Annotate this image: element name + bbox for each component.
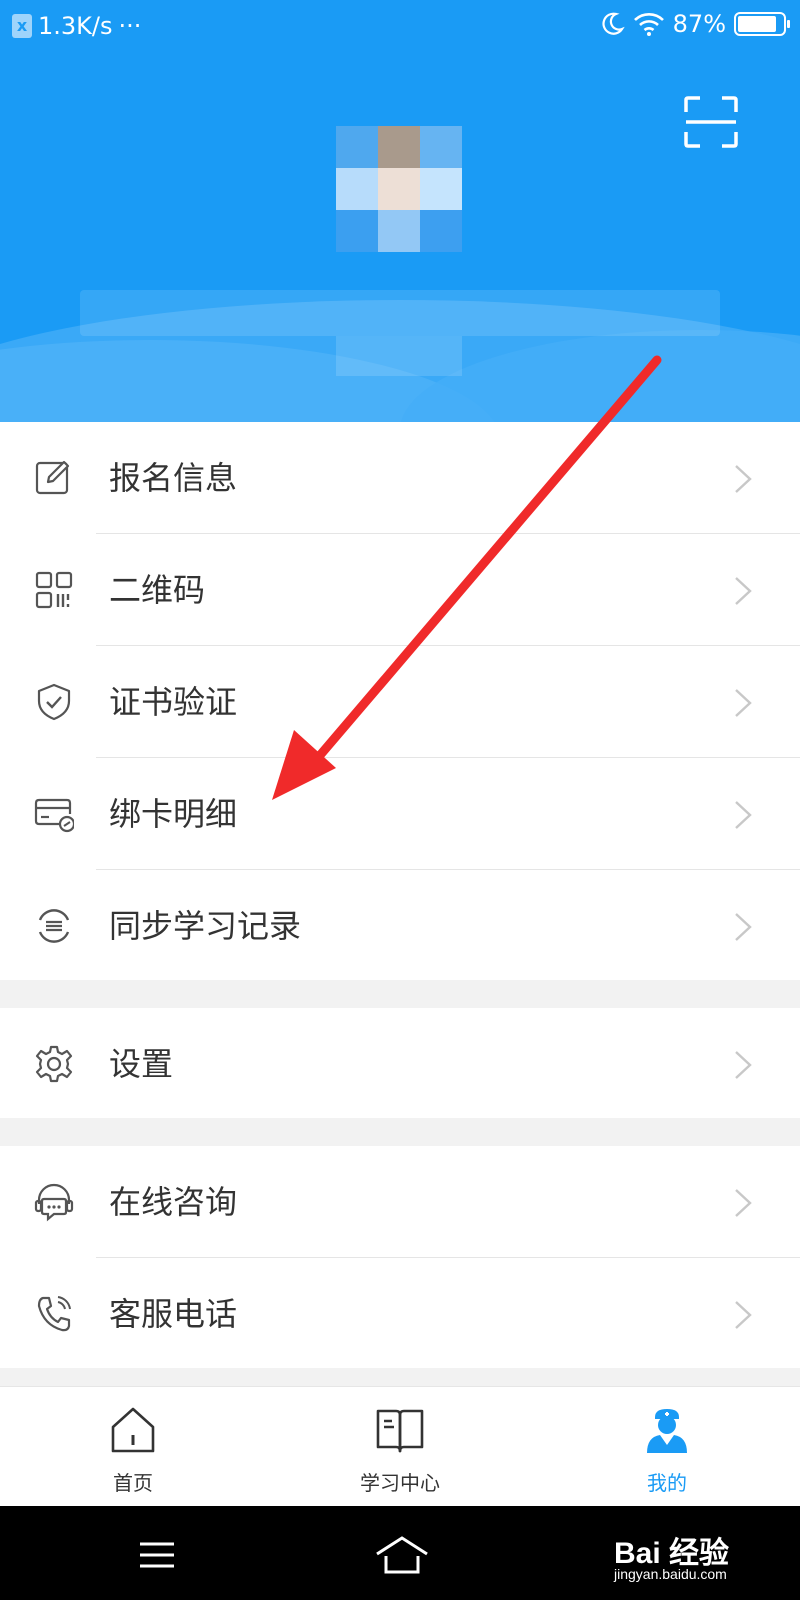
chat-headset-icon <box>34 1183 74 1222</box>
shield-check-icon <box>37 683 71 721</box>
menu-icon[interactable] <box>138 1540 176 1570</box>
chevron-right-icon <box>735 1301 752 1329</box>
menu-item-label: 在线咨询 <box>109 1183 238 1221</box>
profile-icon <box>647 1409 687 1453</box>
battery-percent: 87% <box>672 10 726 38</box>
menu-item-certificate-verify[interactable]: 证书验证 <box>0 646 800 758</box>
menu-item-label: 客服电话 <box>109 1295 238 1333</box>
tab-learning-center[interactable]: 学习中心 <box>300 1387 500 1507</box>
gear-icon <box>35 1045 73 1083</box>
chevron-right-icon <box>735 801 752 829</box>
chevron-right-icon <box>735 1189 752 1217</box>
baidu-jingyan-watermark: Bai 经验 jingyan.baidu.com <box>614 1528 784 1584</box>
edit-icon <box>35 460 70 495</box>
chevron-right-icon <box>735 465 752 493</box>
bottom-tab-bar: 首页 学习中心 我的 <box>0 1386 800 1506</box>
menu-item-online-consult[interactable]: 在线咨询 <box>0 1146 800 1258</box>
system-nav-bar: Bai 经验 jingyan.baidu.com <box>0 1506 800 1600</box>
chevron-right-icon <box>735 577 752 605</box>
menu-item-label: 绑卡明细 <box>109 795 238 833</box>
chevron-right-icon <box>735 689 752 717</box>
tab-home[interactable]: 首页 <box>33 1387 233 1507</box>
tab-label: 我的 <box>647 1471 687 1495</box>
wifi-icon <box>633 13 664 36</box>
tab-label: 首页 <box>113 1471 153 1495</box>
qrcode-icon <box>35 571 73 609</box>
user-info-blurred <box>336 336 462 376</box>
tab-mine[interactable]: 我的 <box>567 1387 767 1507</box>
chevron-right-icon <box>735 913 752 941</box>
menu-group-account: 报名信息 二维码 证书验证 绑卡明细 同步学习记录 <box>0 422 800 980</box>
status-bar: x 1.3K/s ··· 87% <box>0 0 800 52</box>
user-name-blurred <box>80 290 720 336</box>
menu-item-card-details[interactable]: 绑卡明细 <box>0 758 800 870</box>
moon-icon <box>602 12 625 35</box>
bank-card-icon <box>34 798 74 833</box>
menu-item-settings[interactable]: 设置 <box>0 1008 800 1120</box>
tab-label: 学习中心 <box>360 1471 440 1495</box>
chevron-right-icon <box>735 1051 752 1079</box>
home-icon <box>111 1407 155 1453</box>
profile-header: x 1.3K/s ··· 87% <box>0 0 800 422</box>
menu-item-registration-info[interactable]: 报名信息 <box>0 422 800 534</box>
menu-item-label: 证书验证 <box>109 683 238 721</box>
app-notification-icon: x <box>12 14 32 38</box>
network-speed: 1.3K/s <box>38 12 113 40</box>
avatar[interactable] <box>336 126 462 252</box>
battery-icon <box>734 12 790 36</box>
phone-icon <box>37 1296 71 1332</box>
more-notifications-icon: ··· <box>118 12 142 40</box>
menu-item-qrcode[interactable]: 二维码 <box>0 534 800 646</box>
watermark-url: jingyan.baidu.com <box>614 1566 727 1582</box>
menu-item-label: 报名信息 <box>109 459 238 497</box>
sync-icon <box>38 909 70 943</box>
menu-item-service-phone[interactable]: 客服电话 <box>0 1258 800 1370</box>
scan-icon[interactable] <box>684 96 738 148</box>
menu-item-sync-records[interactable]: 同步学习记录 <box>0 870 800 982</box>
menu-item-label: 设置 <box>109 1045 174 1083</box>
menu-group-support: 在线咨询 客服电话 <box>0 1146 800 1368</box>
menu-group-settings: 设置 <box>0 1008 800 1118</box>
menu-item-label: 二维码 <box>109 571 206 609</box>
home-nav-icon[interactable] <box>374 1534 430 1576</box>
menu-item-label: 同步学习记录 <box>109 907 302 945</box>
book-icon <box>376 1409 424 1453</box>
